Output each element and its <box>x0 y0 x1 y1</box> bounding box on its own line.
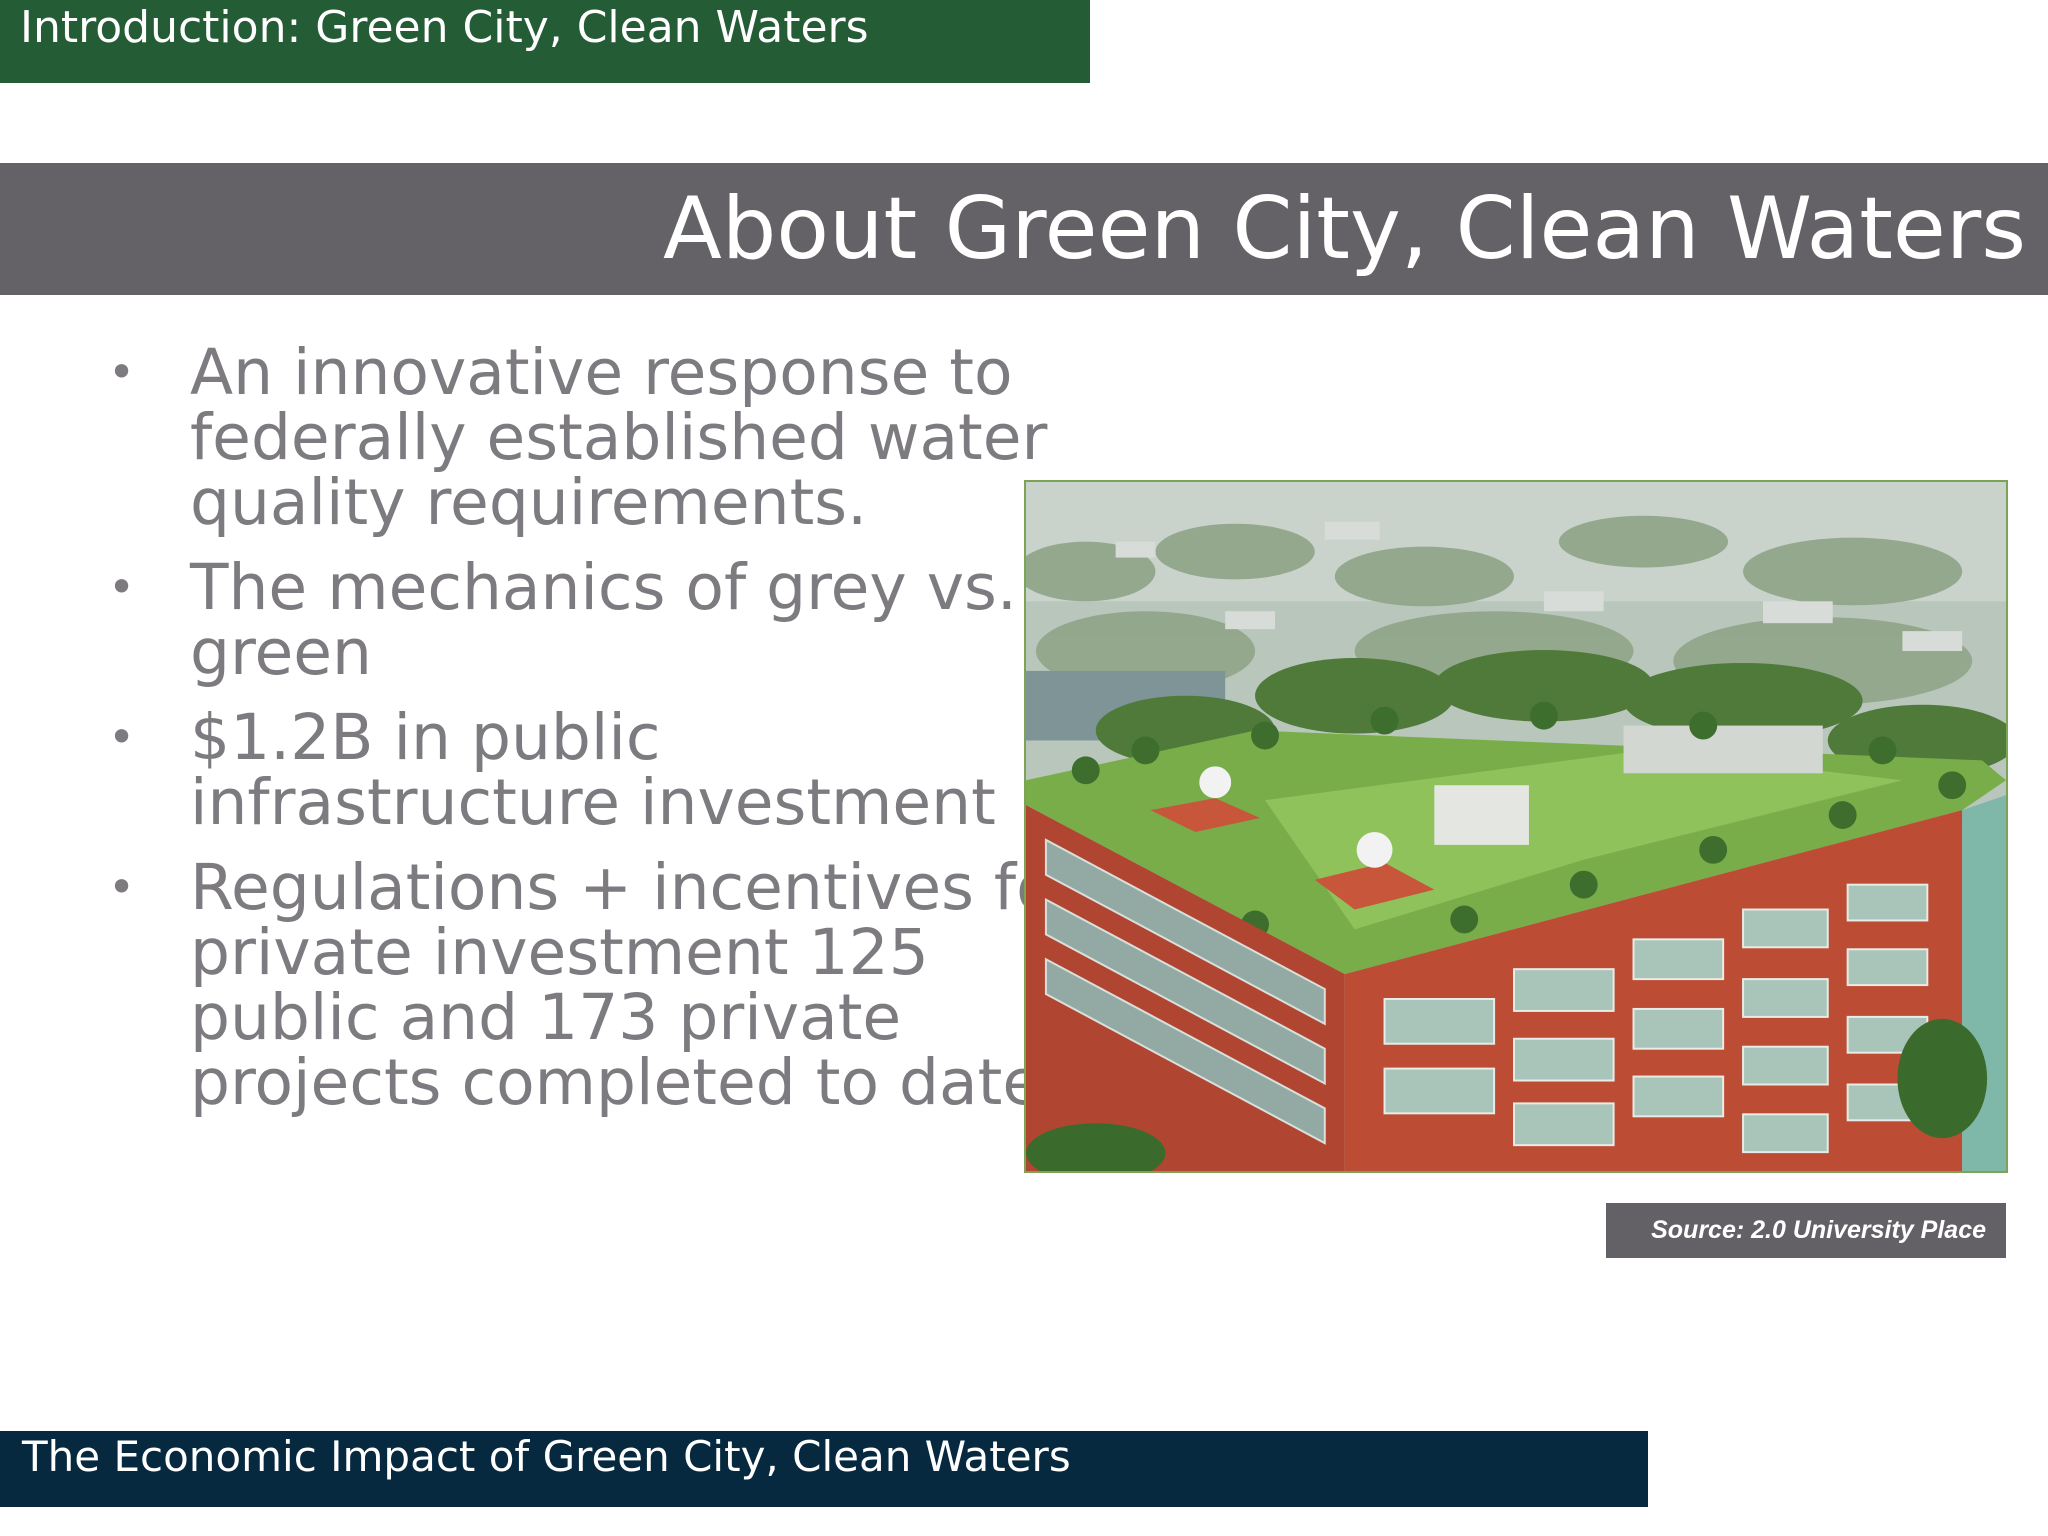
green-roof-building-photo <box>1024 480 2008 1173</box>
title-bar: About Green City, Clean Waters <box>0 163 2048 295</box>
bullet-list: • An innovative response to federally es… <box>108 336 1081 1135</box>
green-roof-illustration <box>1026 482 2006 1171</box>
bullet-line: infrastructure investment <box>190 766 996 839</box>
presentation-title-footer: The Economic Impact of Green City, Clean… <box>0 1431 1648 1507</box>
section-label: Introduction: Green City, Clean Waters <box>0 0 1090 83</box>
bullet-dot: • <box>108 345 136 399</box>
bullet-line: The mechanics of grey vs. <box>190 551 1017 624</box>
bullet-line: An innovative response to <box>190 336 1013 409</box>
bullet-line: green <box>190 616 372 689</box>
bullet-item: • $1.2B in public infrastructure investm… <box>108 705 1038 835</box>
bullet-item: • The mechanics of grey vs. green <box>108 555 1038 685</box>
bullet-line: projects completed to date. <box>190 1046 1062 1119</box>
slide-title: About Green City, Clean Waters <box>662 179 2026 279</box>
bullet-item: • An innovative response to federally es… <box>108 336 1048 539</box>
bullet-dot: • <box>108 560 136 614</box>
image-source-caption: Source: 2.0 University Place <box>1606 1203 2006 1258</box>
bullet-line: quality requirements. <box>190 466 868 539</box>
bullet-line: Regulations + incentives for <box>190 851 1081 924</box>
bullet-dot: • <box>108 860 136 914</box>
bullet-item: • Regulations + incentives for private i… <box>108 851 1081 1119</box>
bullet-dot: • <box>108 710 136 764</box>
bullet-line: $1.2B in public <box>190 701 661 774</box>
bullet-line: public and 173 private <box>190 981 902 1054</box>
bullet-line: federally established water <box>190 401 1048 474</box>
bullet-line: private investment 125 <box>190 916 929 989</box>
